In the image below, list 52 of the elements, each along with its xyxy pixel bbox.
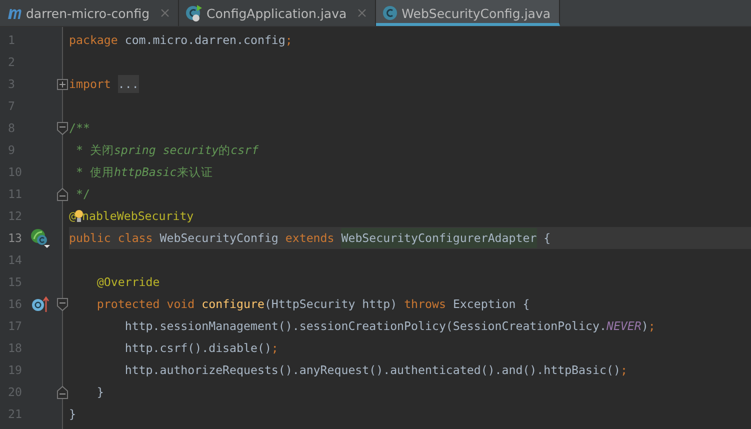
collapse-icon[interactable] (57, 122, 68, 134)
code-text: ) (641, 319, 648, 333)
code-comment: 的 (218, 142, 231, 158)
code-comment: csrf (230, 143, 259, 157)
code-text: WebSecurityConfig (160, 231, 280, 245)
code-keyword: ; (648, 319, 656, 333)
code-keyword: ; (620, 363, 628, 377)
line-number: 13 (7, 231, 23, 245)
code-method: configure (202, 297, 264, 311)
code-text: http.csrf().disable() (124, 341, 272, 355)
collapse-icon[interactable] (57, 188, 68, 200)
lightbulb-icon[interactable] (74, 208, 83, 224)
code-keyword: package (69, 33, 119, 47)
class-icon (382, 5, 398, 21)
code-comment: spring security (114, 143, 219, 157)
class-icon[interactable] (30, 228, 52, 248)
editor-tab[interactable]: WebSecurityConfig.java (376, 0, 560, 26)
code-comment: */ (74, 187, 90, 201)
code-comment: * 关闭 (74, 142, 114, 158)
code-text: } (96, 385, 104, 399)
code-keyword: extends (285, 231, 336, 245)
editor-tab[interactable]: ConfigApplication.java (178, 0, 376, 26)
maven-icon (6, 6, 22, 20)
code-keyword: protected void (96, 297, 196, 311)
collapse-icon[interactable] (57, 386, 68, 398)
collapse-icon[interactable] (57, 298, 68, 310)
code-annotation: @Override (96, 275, 160, 289)
code-comment: 来认证 (176, 164, 213, 180)
folded-code: ... (118, 75, 139, 93)
code-keyword: throws (404, 297, 447, 311)
code-text: http.sessionManagement().sessionCreationPolicy(SessionCreationPolicy. (124, 319, 606, 333)
code-annotation: @ (69, 209, 76, 223)
code-comment: * 使用 (74, 164, 114, 180)
code-text: Exception { (452, 297, 530, 311)
code-annotation: nableWebSecurity (82, 209, 194, 223)
code-text: (HttpSecurity http) (264, 297, 398, 311)
code-keyword: ; (285, 33, 292, 47)
code-keyword: ; (271, 341, 278, 355)
editor-tab[interactable]: darren-micro-config (0, 0, 179, 26)
code-text: com.micro.darren.config (124, 33, 286, 47)
code-keyword: public class (69, 231, 154, 245)
code-comment: httpBasic (114, 165, 177, 179)
class-icon (184, 4, 203, 22)
code-constant: NEVER (606, 319, 642, 333)
code-comment: /** (69, 121, 90, 135)
code-text: } (69, 407, 76, 421)
code-text: WebSecurityConfigurerAdapter (341, 228, 537, 248)
code-keyword: import (69, 77, 112, 91)
override-icon[interactable] (30, 295, 50, 313)
expand-icon[interactable] (57, 78, 68, 90)
code-text: { (542, 231, 551, 245)
code-text: http.authorizeRequests().anyRequest().authenticated().and().httpBasic() (124, 363, 620, 377)
